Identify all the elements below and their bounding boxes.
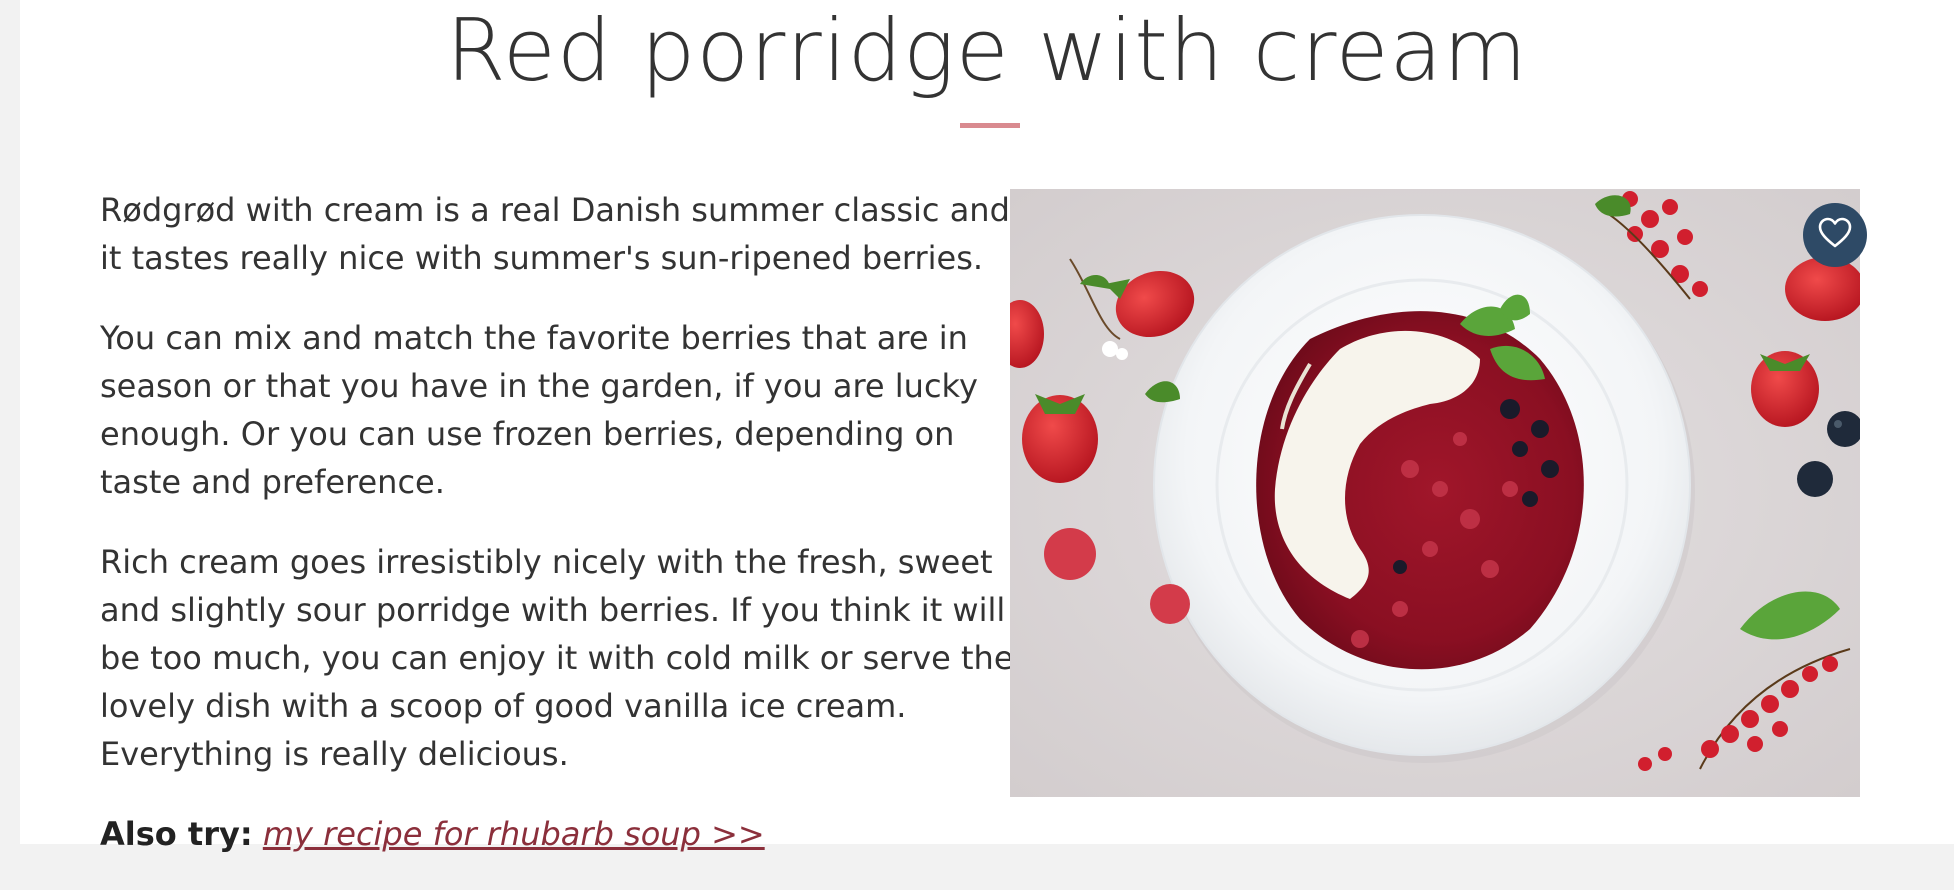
dish-illustration — [1010, 189, 1860, 797]
title-underline — [960, 123, 1020, 128]
intro-paragraph: Rødgrød with cream is a real Danish summ… — [100, 191, 1010, 277]
favorite-button[interactable] — [1803, 203, 1867, 267]
page-title: Red porridge with cream — [446, 1, 1528, 101]
heart-icon — [1818, 217, 1852, 253]
also-try: Also try: my recipe for rhubarb soup >> — [100, 810, 1020, 858]
article-body: Rødgrød with cream is a real Danish summ… — [100, 186, 1020, 890]
also-try-label: Also try: — [100, 815, 253, 853]
recipe-photo — [1010, 189, 1860, 797]
cream-paragraph: Rich cream goes irresistibly nicely with… — [100, 543, 1014, 773]
berries-paragraph: You can mix and match the favorite berri… — [100, 319, 978, 501]
rhubarb-soup-link[interactable]: my recipe for rhubarb soup >> — [263, 815, 765, 853]
